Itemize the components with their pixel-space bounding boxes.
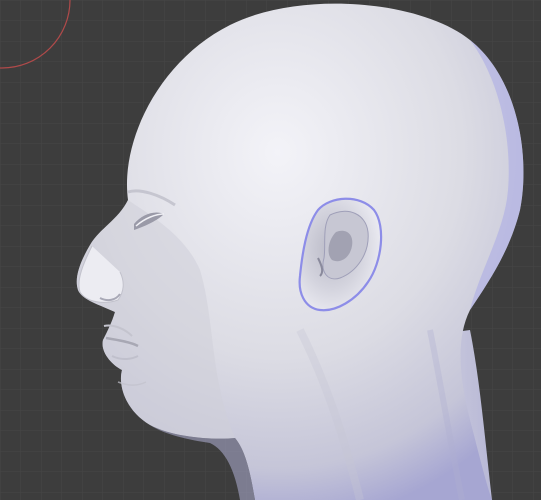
- viewport-canvas[interactable]: [0, 0, 541, 500]
- 3d-viewport[interactable]: [0, 0, 541, 500]
